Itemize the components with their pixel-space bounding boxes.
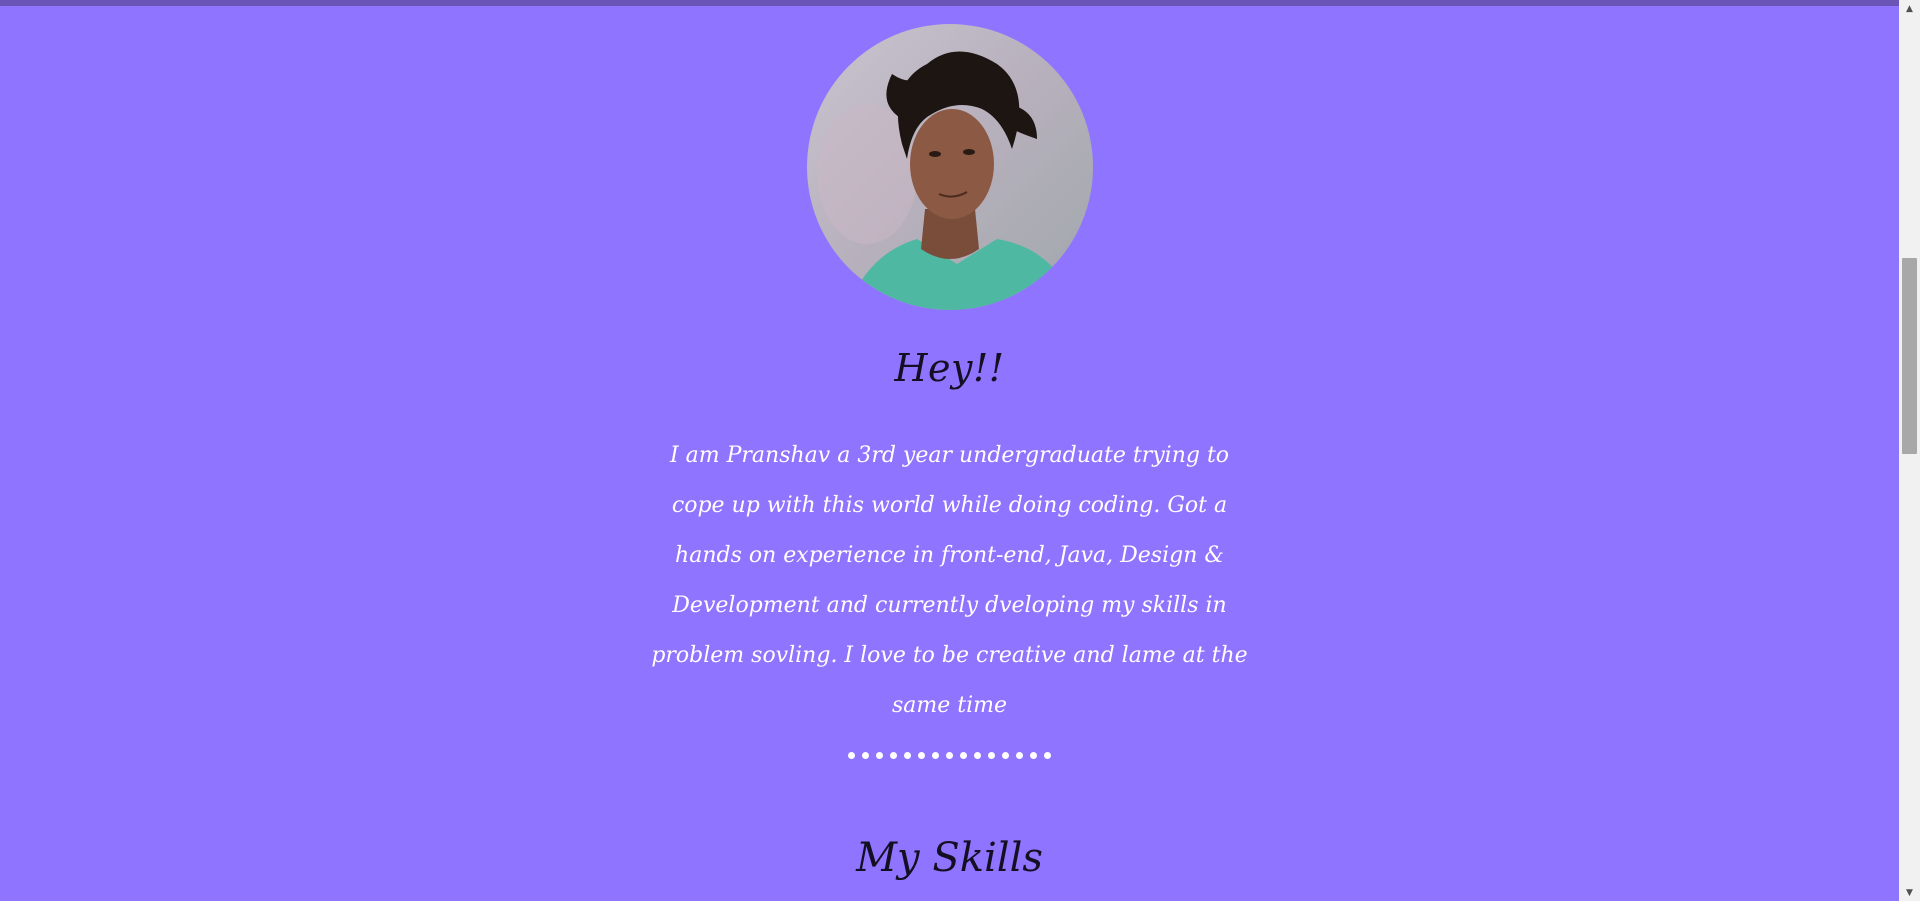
vertical-scrollbar[interactable]: ▲ ▼: [1899, 0, 1920, 901]
arrow-up-icon[interactable]: ▲: [1899, 0, 1920, 17]
divider-dot: [946, 752, 953, 759]
greeting-heading: Hey!!: [894, 346, 1005, 390]
divider-dot: [890, 752, 897, 759]
divider-dot: [1002, 752, 1009, 759]
skills-heading: My Skills: [856, 835, 1043, 881]
divider-dot: [1030, 752, 1037, 759]
divider-dot: [988, 752, 995, 759]
bio-paragraph: I am Pranshav a 3rd year undergraduate t…: [651, 443, 1248, 718]
divider-dot: [904, 752, 911, 759]
divider-dot: [1016, 752, 1023, 759]
page-content: Hey!! I am Pranshav a 3rd year undergrad…: [0, 6, 1899, 901]
avatar-photo: [807, 24, 1093, 310]
section-divider: [0, 752, 1899, 759]
profile-avatar: [807, 24, 1093, 310]
scrollbar-thumb[interactable]: [1902, 258, 1917, 454]
arrow-down-icon[interactable]: ▼: [1899, 884, 1920, 901]
divider-dot: [848, 752, 855, 759]
divider-dot: [876, 752, 883, 759]
divider-dot: [932, 752, 939, 759]
divider-dot: [1044, 752, 1051, 759]
divider-dot: [862, 752, 869, 759]
divider-dot: [918, 752, 925, 759]
divider-dot: [974, 752, 981, 759]
divider-dot: [960, 752, 967, 759]
